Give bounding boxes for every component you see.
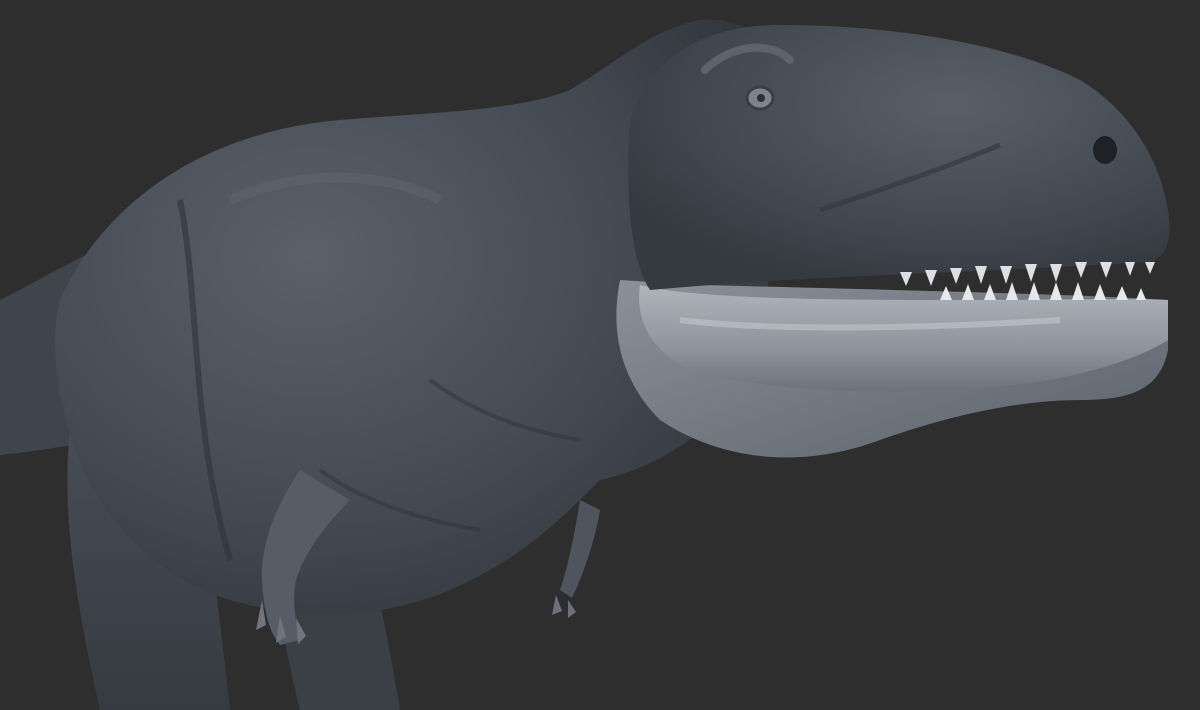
nostril xyxy=(1093,136,1117,164)
arm-far xyxy=(560,500,600,598)
eye-pupil xyxy=(757,94,765,102)
render-viewport xyxy=(0,0,1200,710)
dinosaur-render xyxy=(0,19,1170,710)
claw-far xyxy=(552,595,576,618)
